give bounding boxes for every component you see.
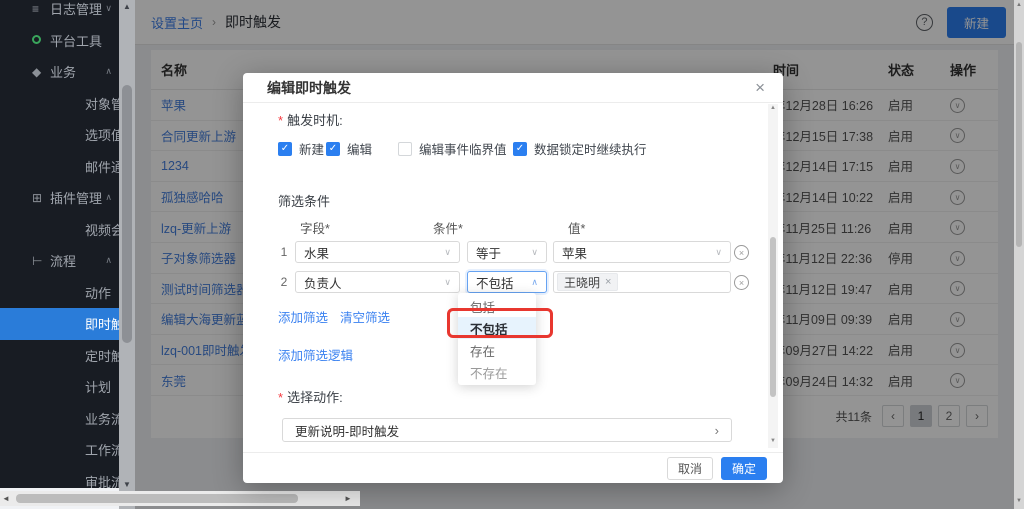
sidebar-item-business-flow[interactable]: 业务流 [0, 403, 119, 435]
modal-footer: 取消 确定 [243, 452, 783, 483]
filter-conditions-label: 筛选条件 [278, 191, 330, 210]
value-column-header: 值* [568, 218, 585, 237]
select-action-label: *选择动作: [278, 387, 343, 406]
modal-title: 编辑即时触发 [267, 78, 351, 98]
checkbox-checked-icon[interactable]: ✓ [326, 142, 340, 156]
scrollbar-thumb[interactable] [1016, 42, 1022, 247]
remove-filter-icon[interactable]: × [734, 245, 749, 260]
scrollbar-thumb[interactable] [770, 237, 776, 397]
checkbox-checked-icon[interactable]: ✓ [278, 142, 292, 156]
scroll-up-arrow-icon[interactable]: ▲ [1014, 2, 1024, 8]
sidebar-item-action[interactable]: 动作 [0, 277, 119, 309]
modal-header: 编辑即时触发 × [243, 73, 783, 103]
remove-tag-icon[interactable]: × [605, 276, 611, 288]
checkbox-create[interactable]: ✓ 新建 [278, 139, 324, 158]
circle-icon [32, 33, 41, 47]
condition-select-open[interactable]: 不包括 ∧ [467, 271, 547, 293]
checkbox-checked-icon[interactable]: ✓ [513, 142, 527, 156]
chevron-up-icon: ∧ [531, 277, 538, 288]
required-asterisk: * [278, 113, 283, 128]
scroll-up-arrow-icon[interactable]: ▲ [768, 105, 778, 111]
row-number: 2 [278, 275, 290, 289]
modal-scrollbar[interactable]: ▲ ▼ [768, 104, 778, 448]
checkbox-edit-event-threshold[interactable]: 编辑事件临界值 [398, 139, 507, 158]
sidebar-item-mail-notify[interactable]: 邮件通知 [0, 151, 119, 183]
flow-icon: ⊢ [32, 254, 42, 268]
dropdown-option-exists[interactable]: 存在 [458, 339, 536, 361]
chevron-down-icon: ∨ [531, 247, 538, 258]
field-select[interactable]: 负责人 ∨ [295, 271, 460, 293]
briefcase-icon: ◆ [32, 65, 41, 79]
list-icon: ≡ [32, 2, 39, 16]
scroll-down-arrow-icon[interactable]: ▼ [768, 438, 778, 444]
confirm-button[interactable]: 确定 [721, 457, 767, 480]
condition-select[interactable]: 等于 ∨ [467, 241, 547, 263]
dropdown-option-not-exists[interactable]: 不存在 [458, 361, 536, 383]
chevron-up-icon: ∧ [105, 66, 112, 77]
clear-filter-link[interactable]: 清空筛选 [340, 307, 390, 326]
scroll-down-arrow-icon[interactable]: ▼ [119, 480, 135, 489]
scrollbar-thumb[interactable] [16, 494, 298, 503]
chevron-down-icon: ∨ [715, 247, 722, 258]
field-column-header: 字段* [300, 218, 330, 237]
chevron-down-icon: ∨ [105, 3, 112, 14]
condition-column-header: 条件* [433, 218, 463, 237]
add-filter-link[interactable]: 添加筛选 [278, 307, 328, 326]
checkbox-unchecked-icon[interactable] [398, 142, 412, 156]
sidebar-item-plugin-management[interactable]: ⊞ 插件管理 ∧ [0, 182, 119, 214]
row-number: 1 [278, 245, 290, 259]
sidebar-item-object-management[interactable]: 对象管理 [0, 88, 119, 120]
field-select[interactable]: 水果 ∨ [295, 241, 460, 263]
chevron-down-icon: ∨ [444, 247, 451, 258]
scroll-down-arrow-icon[interactable]: ▼ [1014, 498, 1024, 504]
scroll-up-arrow-icon[interactable]: ▲ [119, 2, 135, 11]
required-asterisk: * [278, 390, 283, 405]
scroll-right-arrow-icon[interactable]: ► [344, 494, 352, 503]
page-vertical-scrollbar[interactable]: ▲ ▼ [1014, 0, 1024, 509]
sidebar-item-option-sets[interactable]: 选项值集 [0, 119, 119, 151]
sidebar-item-instant-trigger[interactable]: 即时触发 [0, 308, 119, 340]
value-tag: 王晓明 × [557, 273, 618, 291]
checkbox-edit[interactable]: ✓ 编辑 [326, 139, 372, 158]
condition-dropdown: 包括 不包括 存在 不存在 [458, 293, 536, 385]
action-selector[interactable]: 更新说明-即时触发 › [282, 418, 732, 442]
sidebar: ≡ 日志管理 ∨ 平台工具 ◆ 业务 ∧ 对象管理 选项值集 邮件通知 ⊞ 插件… [0, 0, 119, 488]
close-icon[interactable]: × [755, 79, 765, 96]
chevron-up-icon: ∧ [105, 192, 112, 203]
add-filter-logic-link[interactable]: 添加筛选逻辑 [278, 345, 353, 364]
remove-filter-icon[interactable]: × [734, 275, 749, 290]
sidebar-item-approval-flow[interactable]: 审批流 [0, 466, 119, 489]
edit-instant-trigger-modal: 编辑即时触发 × *触发时机: ✓ 新建 ✓ 编辑 编辑事件临界值 ✓ 数据锁定… [243, 73, 783, 483]
sidebar-scrollbar[interactable]: ▲ ▼ [119, 0, 135, 509]
value-select[interactable]: 苹果 ∨ [553, 241, 731, 263]
chevron-down-icon: ∨ [444, 277, 451, 288]
sidebar-item-process[interactable]: ⊢ 流程 ∧ [0, 245, 119, 277]
sidebar-item-business[interactable]: ◆ 业务 ∧ [0, 56, 119, 88]
chevron-right-icon: › [715, 423, 719, 438]
scroll-left-arrow-icon[interactable]: ◄ [2, 494, 10, 503]
grid-icon: ⊞ [32, 191, 42, 205]
sidebar-menu: ≡ 日志管理 ∨ 平台工具 ◆ 业务 ∧ 对象管理 选项值集 邮件通知 ⊞ 插件… [0, 0, 119, 488]
sidebar-item-timed-trigger[interactable]: 定时触发 [0, 340, 119, 372]
trigger-timing-label: *触发时机: [278, 110, 343, 129]
sidebar-item-platform-tools[interactable]: 平台工具 [0, 25, 119, 57]
cancel-button[interactable]: 取消 [667, 457, 713, 480]
annotation-highlight-box [447, 308, 553, 338]
value-tag-input[interactable]: 王晓明 × [553, 271, 731, 293]
checkbox-continue-when-locked[interactable]: ✓ 数据锁定时继续执行 [513, 139, 647, 158]
chevron-up-icon: ∧ [105, 255, 112, 266]
sidebar-item-workflow[interactable]: 工作流 [0, 434, 119, 466]
page-horizontal-scrollbar[interactable]: ◄ ► [0, 491, 360, 506]
sidebar-item-plan[interactable]: 计划 [0, 371, 119, 403]
sidebar-item-log-management[interactable]: ≡ 日志管理 ∨ [0, 0, 119, 25]
scrollbar-thumb[interactable] [122, 85, 132, 343]
sidebar-item-video-meeting[interactable]: 视频会议 [0, 214, 119, 246]
